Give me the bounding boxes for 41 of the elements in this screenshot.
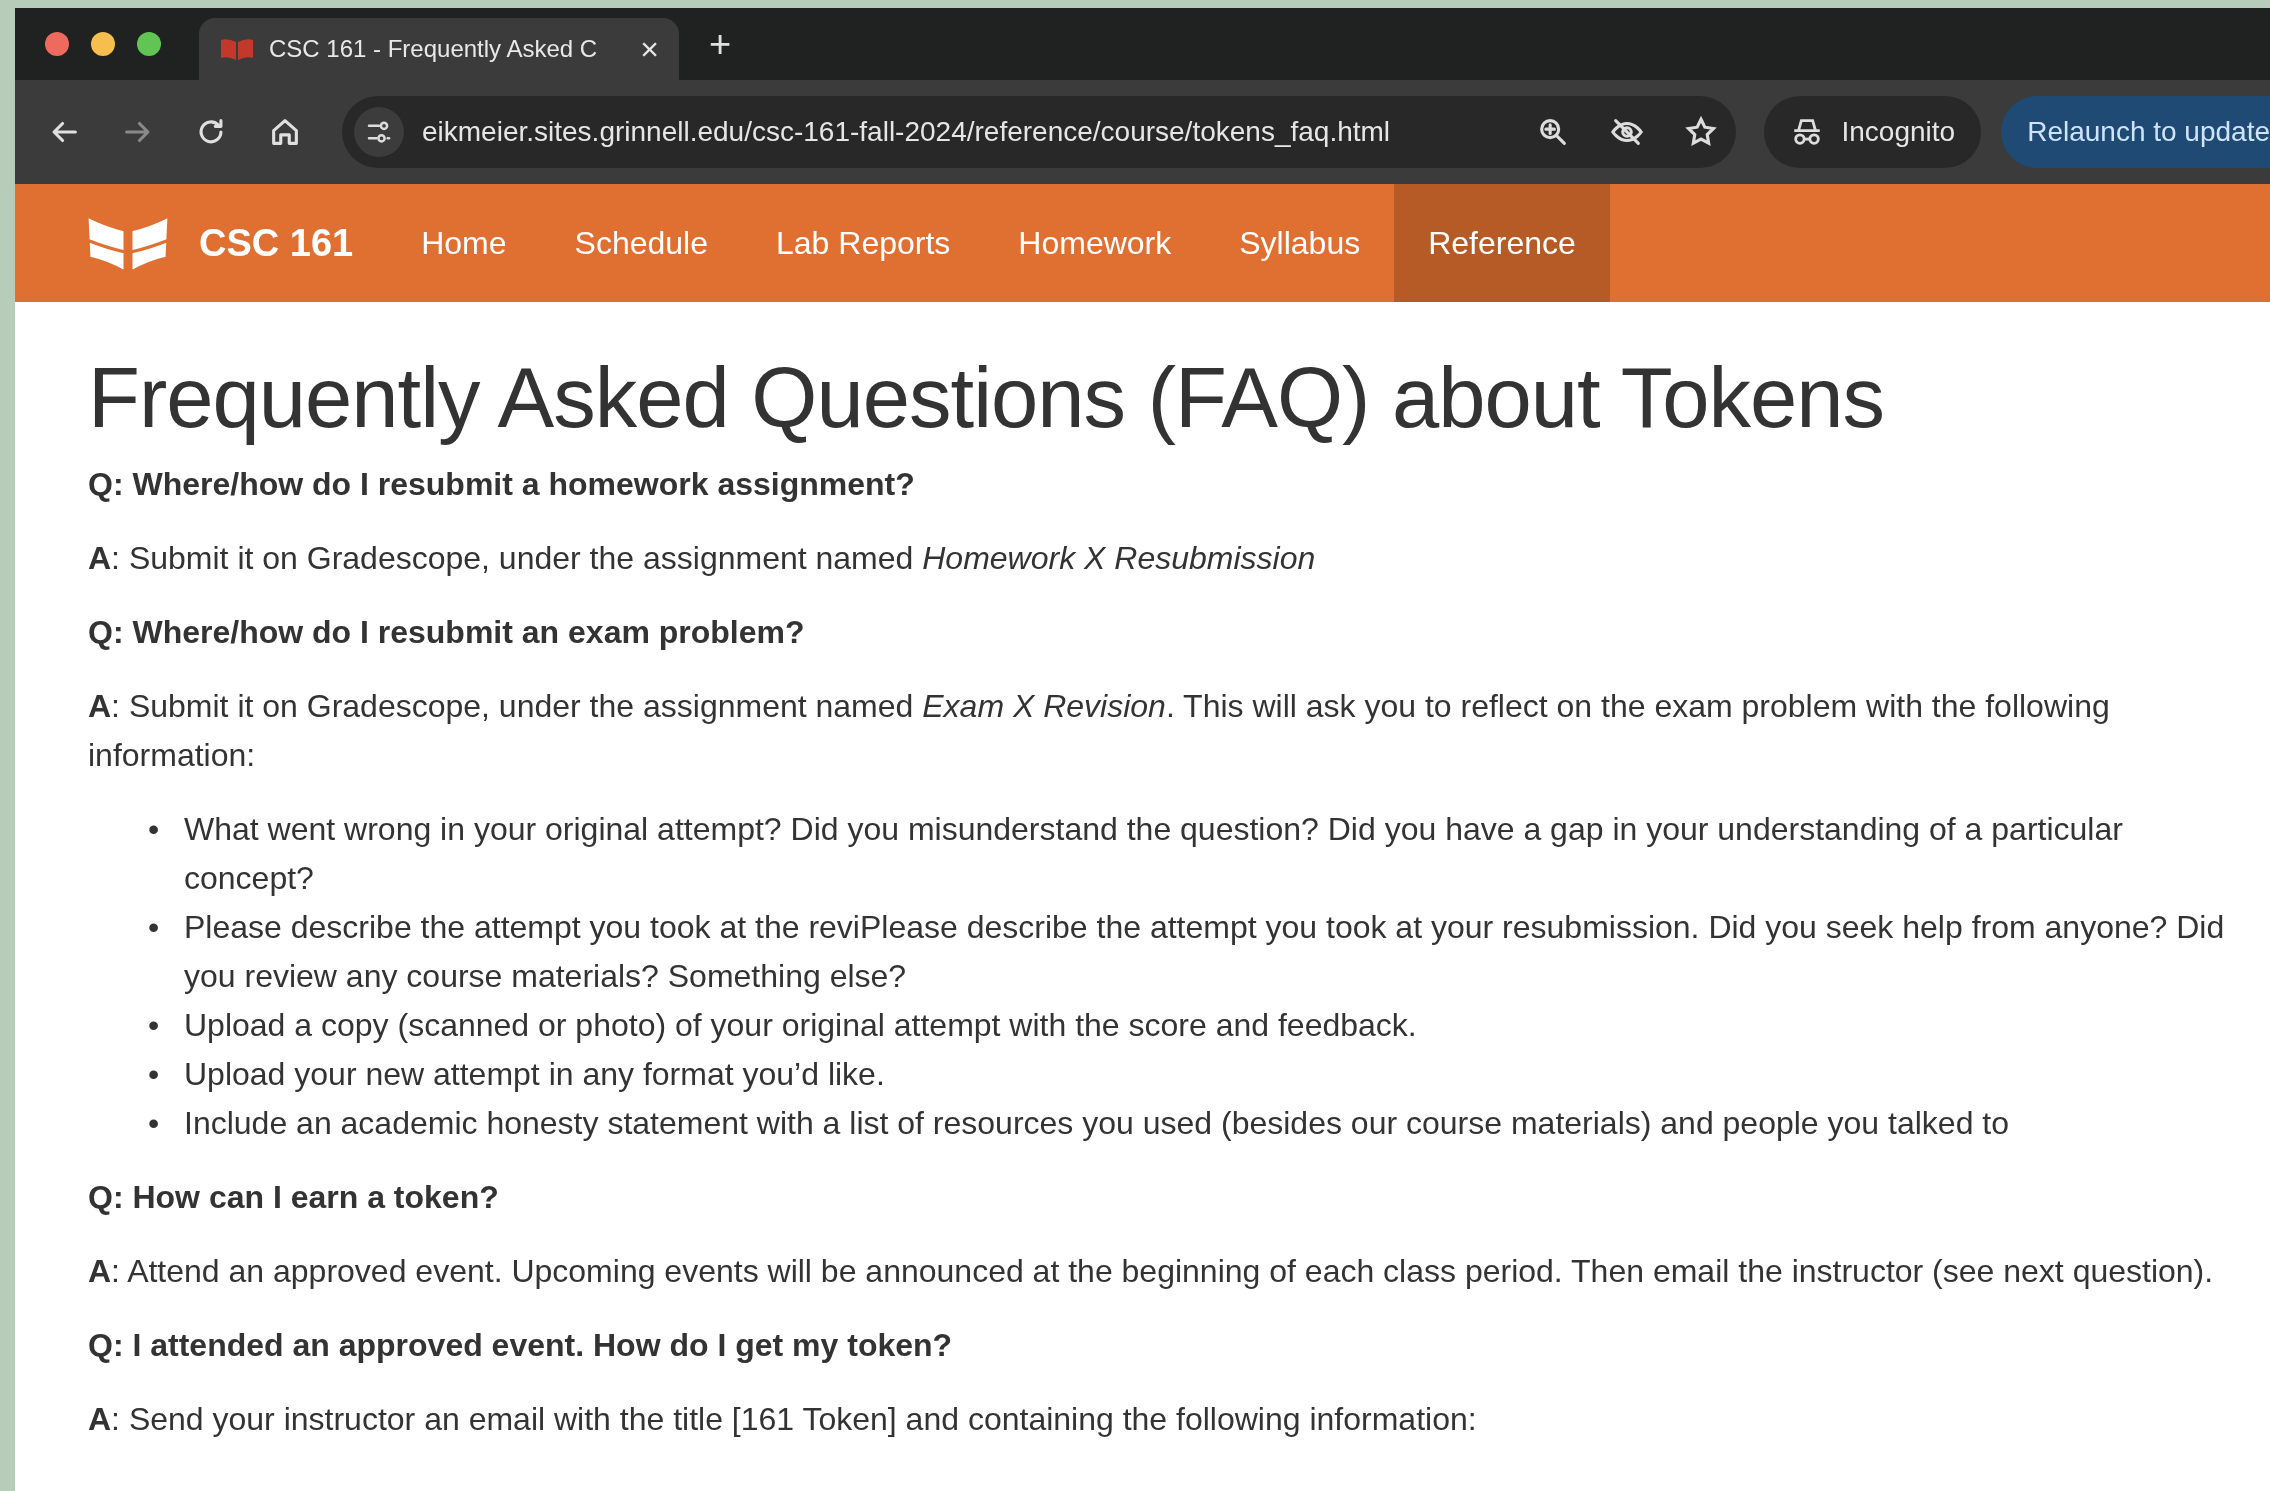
bullet: • <box>148 1006 161 1045</box>
nav-link[interactable]: Homework <box>984 184 1206 302</box>
list-item: Please describe the attempt you took at the reviPlease describe the attempt you took at your resubmission. Did you seek help from anyone? Did you review any course materials? Something else? <box>184 908 2226 996</box>
new-tab-button[interactable]: + <box>709 25 732 63</box>
list-item: What went wrong in your original attempt? Did you misunderstand the question? Did you have a gap in your understanding of a particular concept? <box>184 810 2124 898</box>
browser-tab[interactable]: CSC 161 - Frequently Asked C × <box>199 18 679 80</box>
faq-question: Q: How can I earn a token? <box>88 1178 500 1217</box>
close-window-icon[interactable] <box>45 32 69 56</box>
star-icon[interactable] <box>1683 115 1718 149</box>
site-brand[interactable]: CSC 161 <box>199 221 354 265</box>
bullet: • <box>148 810 161 849</box>
tab-close-button[interactable]: × <box>640 33 659 65</box>
list-item: Upload your new attempt in any format you’d like. <box>184 1055 886 1094</box>
faq-answer: A: Submit it on Gradescope, under the assignment named Exam X Revision. This will ask you to reflect on the exam problem with the following information: <box>88 687 2111 775</box>
tab-title: CSC 161 - Frequently Asked C <box>269 35 599 63</box>
maximize-window-icon[interactable] <box>137 32 161 56</box>
faq-question: Q: Where/how do I resubmit an exam problem? <box>88 613 806 652</box>
list-item: Include an academic honesty statement with a list of resources you used (besides our course materials) and people you talked to <box>184 1104 2010 1143</box>
site-settings-icon[interactable] <box>354 107 404 157</box>
bullet: • <box>148 908 161 947</box>
incognito-indicator[interactable]: Incognito <box>1763 96 1982 168</box>
list-item: Upload a copy (scanned or photo) of your original attempt with the score and feedback. <box>184 1006 1418 1045</box>
relaunch-button[interactable]: Relaunch to update <box>2001 96 2270 168</box>
page-heading: Frequently Asked Questions (FAQ) about Tokens <box>88 349 1886 447</box>
faq-answer: A: Submit it on Gradescope, under the assignment named Homework X Resubmission <box>88 539 1317 578</box>
bullet: • <box>148 1104 161 1143</box>
address-bar[interactable]: eikmeier.sites.grinnell.edu/csc-161-fall-2024/reference/course/tokens_faq.html <box>342 96 1736 168</box>
faq-answer: A: Send your instructor an email with the title [161 Token] and containing the following information: <box>88 1400 1478 1439</box>
nav-link[interactable]: Lab Reports <box>742 184 985 302</box>
profile-label: Incognito <box>1841 116 1956 148</box>
bullet: • <box>148 1055 161 1094</box>
minimize-window-icon[interactable] <box>91 32 115 56</box>
nav-link[interactable]: Reference <box>1394 184 1610 302</box>
faq-question: Q: I attended an approved event. How do I get my token? <box>88 1326 954 1365</box>
url-text: eikmeier.sites.grinnell.edu/csc-161-fall-2024/reference/course/tokens_faq.html <box>422 116 1392 148</box>
book-favicon-icon <box>219 36 255 62</box>
faq-question: Q: Where/how do I resubmit a homework assignment? <box>88 465 916 504</box>
nav-link[interactable]: Syllabus <box>1205 184 1395 302</box>
nav-link[interactable]: Schedule <box>540 184 742 302</box>
faq-answer: A: Attend an approved event. Upcoming events will be announced at the beginning of each class period. Then email the instructor (see next question). <box>88 1252 2215 1291</box>
nav-link[interactable]: Home <box>387 184 541 302</box>
